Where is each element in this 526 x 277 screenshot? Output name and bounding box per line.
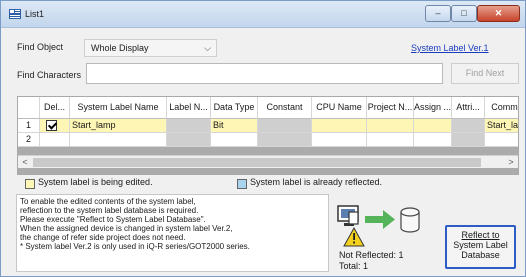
scroll-left-icon[interactable]: < [18, 156, 32, 169]
legend-editing-text: System label is being edited. [38, 177, 153, 187]
cpu-name-cell[interactable] [312, 133, 367, 147]
column-header-comment[interactable]: Comm [485, 97, 518, 119]
system-label-version-link[interactable]: System Label Ver.1 [411, 43, 489, 53]
info-message-box: To enable the edited contents of the sys… [16, 194, 329, 272]
close-button[interactable]: ✕ [477, 5, 520, 22]
delete-cell[interactable] [40, 119, 70, 133]
project-name-cell[interactable] [367, 119, 414, 133]
reflect-button-line-1: Reflect to [461, 230, 500, 240]
column-header-system-label-name[interactable]: System Label Name [70, 97, 167, 119]
column-header-data-type[interactable]: Data Type [211, 97, 258, 119]
chevron-down-icon: ⌵ [204, 43, 211, 53]
info-line: * System label Ver.2 is only used in iQ-… [20, 242, 250, 251]
table-row[interactable]: 1 Start_lamp Bit Start_la [18, 119, 518, 133]
info-line: To enable the edited contents of the sys… [20, 197, 196, 206]
attribute-cell [452, 133, 485, 147]
delete-cell[interactable] [40, 133, 70, 147]
horizontal-scrollbar[interactable]: < > [18, 155, 518, 168]
list-app-icon [9, 9, 21, 19]
system-label-grid: Del... System Label Name Label N... Data… [17, 96, 519, 175]
column-header-delete[interactable]: Del... [40, 97, 70, 119]
delete-checkbox[interactable] [46, 120, 57, 131]
column-header-project-name[interactable]: Project N... [367, 97, 414, 119]
find-next-button[interactable]: Find Next [451, 63, 519, 84]
table-row[interactable]: 2 [18, 133, 518, 147]
find-object-label: Find Object [17, 42, 64, 52]
attribute-cell [452, 119, 485, 133]
info-line: Please execute "Reflect to System Label … [20, 215, 206, 224]
reflect-button-line-2: System Label [453, 240, 508, 250]
comment-cell[interactable] [485, 133, 518, 147]
system-label-name-cell[interactable]: Start_lamp [70, 119, 167, 133]
project-name-cell[interactable] [367, 133, 414, 147]
column-header-constant[interactable]: Constant [258, 97, 312, 119]
find-characters-input[interactable] [86, 63, 443, 84]
scroll-right-icon[interactable]: > [504, 156, 518, 169]
title-bar: List1 – □ ✕ [1, 1, 525, 28]
project-computer-icon [337, 205, 359, 226]
find-characters-label: Find Characters [17, 70, 82, 80]
database-icon [400, 207, 420, 233]
find-object-select[interactable]: Whole Display ⌵ [84, 39, 217, 57]
column-header-cpu-name[interactable]: CPU Name [312, 97, 367, 119]
warning-icon [343, 226, 365, 247]
total-count: Total: 1 [339, 261, 369, 271]
window-title: List1 [25, 9, 45, 19]
scrollbar-thumb[interactable] [33, 158, 481, 167]
column-header-assign[interactable]: Assign ... [414, 97, 452, 119]
constant-cell [258, 133, 312, 147]
data-type-cell[interactable] [211, 133, 258, 147]
not-reflected-count: Not Reflected: 1 [339, 250, 404, 260]
label-n-cell [167, 119, 211, 133]
row-number: 2 [18, 133, 40, 147]
reflect-status-illustration [337, 205, 420, 247]
info-line: reflection to the system label database … [20, 206, 199, 215]
info-line: the change of refer side project does no… [20, 233, 186, 242]
minimize-button[interactable]: – [425, 5, 451, 22]
reflect-button-line-3: Database [461, 250, 500, 260]
find-object-value: Whole Display [91, 43, 149, 53]
reflected-swatch [237, 179, 247, 189]
maximize-button[interactable]: □ [451, 5, 477, 22]
column-header-row-number[interactable] [18, 97, 40, 119]
column-header-label-n[interactable]: Label N... [167, 97, 211, 119]
legend-reflected-text: System label is already reflected. [250, 177, 383, 187]
editing-swatch [25, 179, 35, 189]
label-n-cell [167, 133, 211, 147]
row-number: 1 [18, 119, 40, 133]
grid-header: Del... System Label Name Label N... Data… [18, 97, 518, 119]
assign-cell[interactable] [414, 133, 452, 147]
comment-cell[interactable]: Start_la [485, 119, 518, 133]
data-type-cell[interactable]: Bit [211, 119, 258, 133]
reflect-to-database-button[interactable]: Reflect to System Label Database [445, 225, 516, 269]
arrow-right-icon [365, 210, 395, 229]
column-header-attribute[interactable]: Attri... [452, 97, 485, 119]
assign-cell[interactable] [414, 119, 452, 133]
constant-cell [258, 119, 312, 133]
cpu-name-cell[interactable] [312, 119, 367, 133]
list-window: List1 – □ ✕ Find Object Whole Display ⌵ … [0, 0, 526, 277]
system-label-name-cell[interactable] [70, 133, 167, 147]
info-line: When the assigned device is changed in s… [20, 224, 233, 233]
